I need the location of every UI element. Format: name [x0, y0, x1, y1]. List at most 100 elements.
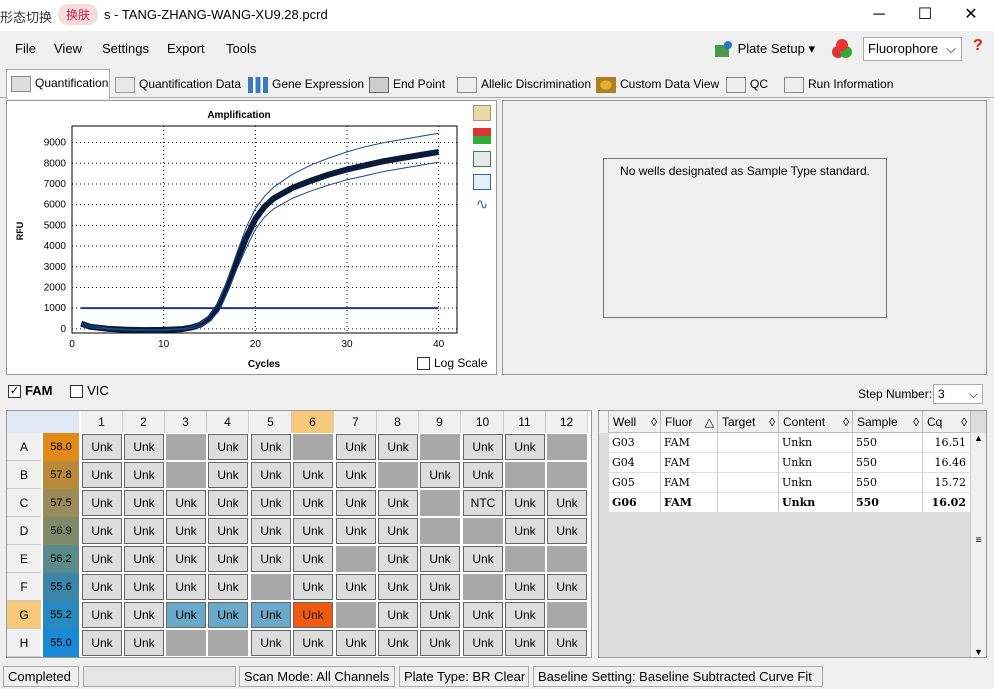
plate-well[interactable]: Unk — [336, 630, 376, 656]
plate-well[interactable]: Unk — [82, 546, 122, 572]
plate-well[interactable] — [547, 462, 587, 488]
tab-run-information[interactable]: Run Information — [784, 71, 893, 98]
plate-well[interactable]: Unk — [378, 630, 418, 656]
plate-well[interactable]: Unk — [378, 518, 418, 544]
plate-column-header[interactable]: 4 — [207, 411, 249, 433]
table-cell[interactable] — [718, 493, 779, 513]
plate-well[interactable]: Unk — [166, 490, 206, 516]
step-number-select[interactable]: 3 ⌵ — [933, 384, 983, 404]
plate-well[interactable]: Unk — [336, 490, 376, 516]
plate-well[interactable]: Unk — [505, 490, 545, 516]
plate-well[interactable]: Unk — [293, 602, 333, 628]
plate-well[interactable]: Unk — [505, 630, 545, 656]
table-header[interactable]: Well ◊ — [609, 411, 661, 433]
plate-well[interactable]: Unk — [420, 574, 460, 600]
plate-column-header[interactable]: 12 — [546, 411, 588, 433]
sort-icon[interactable]: ◊ — [769, 411, 775, 433]
plate-well[interactable]: Unk — [293, 574, 333, 600]
vic-toggle[interactable]: VIC — [70, 383, 109, 399]
plate-well[interactable]: Unk — [378, 546, 418, 572]
menu-settings[interactable]: Settings — [102, 41, 149, 56]
plate-well[interactable]: Unk — [251, 602, 291, 628]
plate-well[interactable] — [208, 630, 248, 656]
table-cell[interactable]: 16.51 — [923, 433, 971, 453]
plate-well[interactable] — [166, 630, 206, 656]
plate-well[interactable]: Unk — [336, 518, 376, 544]
table-cell[interactable]: Unkn — [779, 433, 853, 453]
plate-well[interactable]: Unk — [293, 630, 333, 656]
table-cell[interactable]: Unkn — [779, 453, 853, 473]
table-cell[interactable] — [718, 473, 779, 493]
skin-switch-badge[interactable]: 换肤 — [58, 4, 99, 25]
table-cell[interactable]: G04 — [609, 453, 661, 473]
table-cell[interactable]: 550 — [853, 453, 923, 473]
plate-well[interactable]: Unk — [463, 546, 503, 572]
plate-well[interactable]: Unk — [208, 434, 248, 460]
fam-toggle[interactable]: ✓ FAM — [8, 383, 52, 399]
plate-well[interactable]: NTC — [463, 490, 503, 516]
close-button[interactable]: ✕ — [948, 0, 994, 31]
plate-well[interactable]: Unk — [82, 490, 122, 516]
menu-view[interactable]: View — [54, 41, 82, 56]
table-cell[interactable]: 550 — [853, 433, 923, 453]
tab-custom-data-view[interactable]: Custom Data View — [596, 71, 719, 98]
plate-well[interactable]: Unk — [251, 490, 291, 516]
menu-tools[interactable]: Tools — [226, 41, 256, 56]
plate-column-header[interactable]: 1 — [81, 411, 123, 433]
table-cell[interactable]: 16.46 — [923, 453, 971, 473]
table-cell[interactable]: Unkn — [779, 473, 853, 493]
plate-well[interactable]: Unk — [463, 602, 503, 628]
tab-quantification-data[interactable]: Quantification Data — [115, 71, 241, 98]
plate-column-header[interactable]: 6 — [292, 411, 334, 433]
plate-column-header[interactable]: 3 — [165, 411, 207, 433]
table-cell[interactable]: FAM — [661, 433, 718, 453]
plate-well[interactable]: Unk — [547, 490, 587, 516]
plate-well[interactable]: Unk — [251, 462, 291, 488]
sort-icon[interactable]: ◊ — [651, 411, 657, 433]
curve-icon[interactable]: ∿ — [473, 197, 491, 213]
plate-well[interactable]: Unk — [82, 518, 122, 544]
well-color-icon[interactable] — [473, 128, 491, 144]
plate-well[interactable]: Unk — [505, 574, 545, 600]
plate-well[interactable] — [547, 546, 587, 572]
table-cell[interactable]: G06 — [609, 493, 661, 513]
plate-well[interactable]: Unk — [378, 574, 418, 600]
plate-well[interactable] — [251, 574, 291, 600]
plate-well[interactable]: Unk — [420, 630, 460, 656]
plate-well[interactable]: Unk — [124, 574, 164, 600]
plate-row-header[interactable]: G — [7, 601, 41, 629]
tab-allelic-discrimination[interactable]: Allelic Discrimination — [457, 71, 591, 98]
table-header[interactable]: Sample ◊ — [853, 411, 923, 433]
plate-well[interactable] — [420, 490, 460, 516]
plate-column-header[interactable]: 8 — [377, 411, 419, 433]
minimize-button[interactable]: ─ — [856, 0, 902, 31]
table-cell[interactable]: 550 — [853, 493, 923, 513]
plate-well[interactable]: Unk — [505, 434, 545, 460]
plate-column-header[interactable]: 9 — [419, 411, 461, 433]
export-chart-icon[interactable] — [473, 151, 491, 167]
plate-well[interactable]: Unk — [420, 602, 460, 628]
table-cell[interactable]: Unkn — [779, 493, 853, 513]
plate-well[interactable]: Unk — [124, 630, 164, 656]
log-scale-checkbox[interactable] — [417, 357, 430, 371]
sort-icon[interactable]: △ — [705, 411, 714, 433]
tab-gene-expression[interactable]: Gene Expression — [248, 71, 364, 98]
plate-well[interactable]: Unk — [251, 546, 291, 572]
table-cell[interactable]: FAM — [661, 493, 718, 513]
plate-well[interactable] — [547, 434, 587, 460]
menu-export[interactable]: Export — [167, 41, 205, 56]
plate-corner[interactable] — [7, 411, 79, 433]
fluorophore-color-icon[interactable] — [830, 38, 854, 60]
table-cell[interactable]: 550 — [853, 473, 923, 493]
plate-well[interactable]: Unk — [378, 434, 418, 460]
plate-row-header[interactable]: E — [7, 545, 41, 573]
plate-well[interactable] — [420, 434, 460, 460]
tab-end-point[interactable]: End Point — [369, 71, 445, 98]
plate-well[interactable] — [463, 518, 503, 544]
plate-well[interactable]: Unk — [82, 462, 122, 488]
plate-row-header[interactable]: C — [7, 489, 41, 517]
table-header[interactable]: Content ◊ — [779, 411, 853, 433]
plate-well[interactable]: Unk — [82, 434, 122, 460]
plate-well[interactable]: Unk — [336, 574, 376, 600]
plate-well[interactable]: Unk — [251, 518, 291, 544]
